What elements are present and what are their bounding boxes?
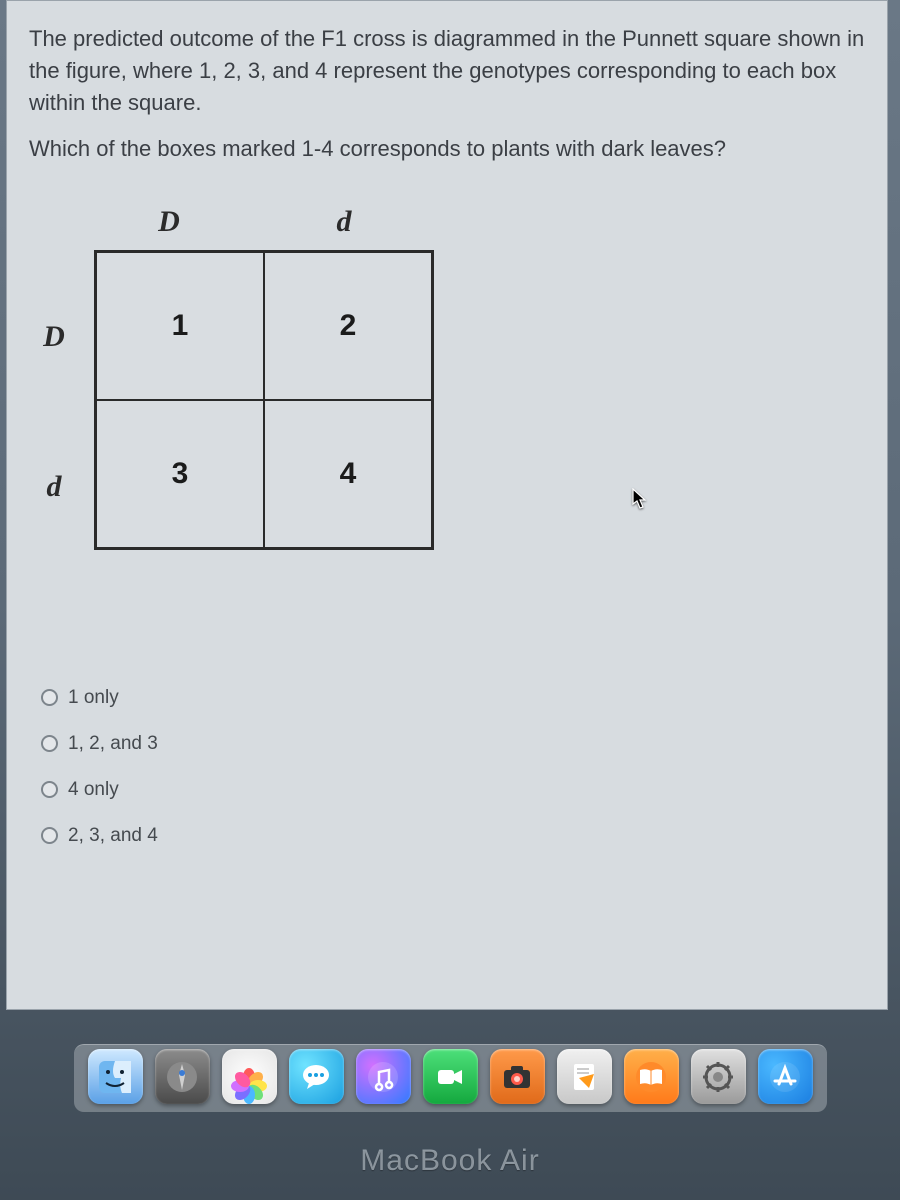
punnett-row-label-2: d [39, 470, 69, 504]
punnett-square: D d D d 1 2 3 4 [39, 205, 459, 565]
finder-icon[interactable] [88, 1049, 143, 1104]
appstore-icon[interactable] [758, 1049, 813, 1104]
option-2[interactable]: 1, 2, and 3 [37, 721, 865, 767]
radio-icon [41, 735, 58, 752]
punnett-cell-3: 3 [96, 400, 264, 548]
device-branding: MacBook Air [0, 1144, 900, 1178]
option-label: 2, 3, and 4 [68, 825, 158, 847]
prompt-paragraph-2: Which of the boxes marked 1-4 correspond… [29, 133, 865, 165]
photobooth-icon[interactable] [490, 1049, 545, 1104]
facetime-icon[interactable] [423, 1049, 478, 1104]
punnett-cell-2: 2 [264, 252, 432, 400]
punnett-cell-1: 1 [96, 252, 264, 400]
punnett-row-label-1: D [39, 320, 69, 354]
punnett-col-label-2: d [324, 205, 364, 239]
punnett-col-label-1: D [149, 205, 189, 239]
question-prompt: The predicted outcome of the F1 cross is… [29, 23, 865, 165]
prompt-paragraph-1: The predicted outcome of the F1 cross is… [29, 23, 865, 119]
option-1[interactable]: 1 only [37, 675, 865, 721]
quiz-card: The predicted outcome of the F1 cross is… [6, 0, 888, 1010]
photos-icon[interactable] [222, 1049, 277, 1104]
option-label: 4 only [68, 779, 119, 801]
option-label: 1 only [68, 687, 119, 709]
itunes-icon[interactable] [356, 1049, 411, 1104]
dock [0, 1044, 900, 1112]
settings-icon[interactable] [691, 1049, 746, 1104]
ibooks-icon[interactable] [624, 1049, 679, 1104]
punnett-cell-4: 4 [264, 400, 432, 548]
option-label: 1, 2, and 3 [68, 733, 158, 755]
radio-icon [41, 827, 58, 844]
launchpad-icon[interactable] [155, 1049, 210, 1104]
option-3[interactable]: 4 only [37, 767, 865, 813]
punnett-grid: 1 2 3 4 [94, 250, 434, 550]
option-4[interactable]: 2, 3, and 4 [37, 813, 865, 859]
answer-options: 1 only 1, 2, and 3 4 only 2, 3, and 4 [37, 675, 865, 859]
messages-icon[interactable] [289, 1049, 344, 1104]
radio-icon [41, 781, 58, 798]
pages-icon[interactable] [557, 1049, 612, 1104]
radio-icon [41, 689, 58, 706]
